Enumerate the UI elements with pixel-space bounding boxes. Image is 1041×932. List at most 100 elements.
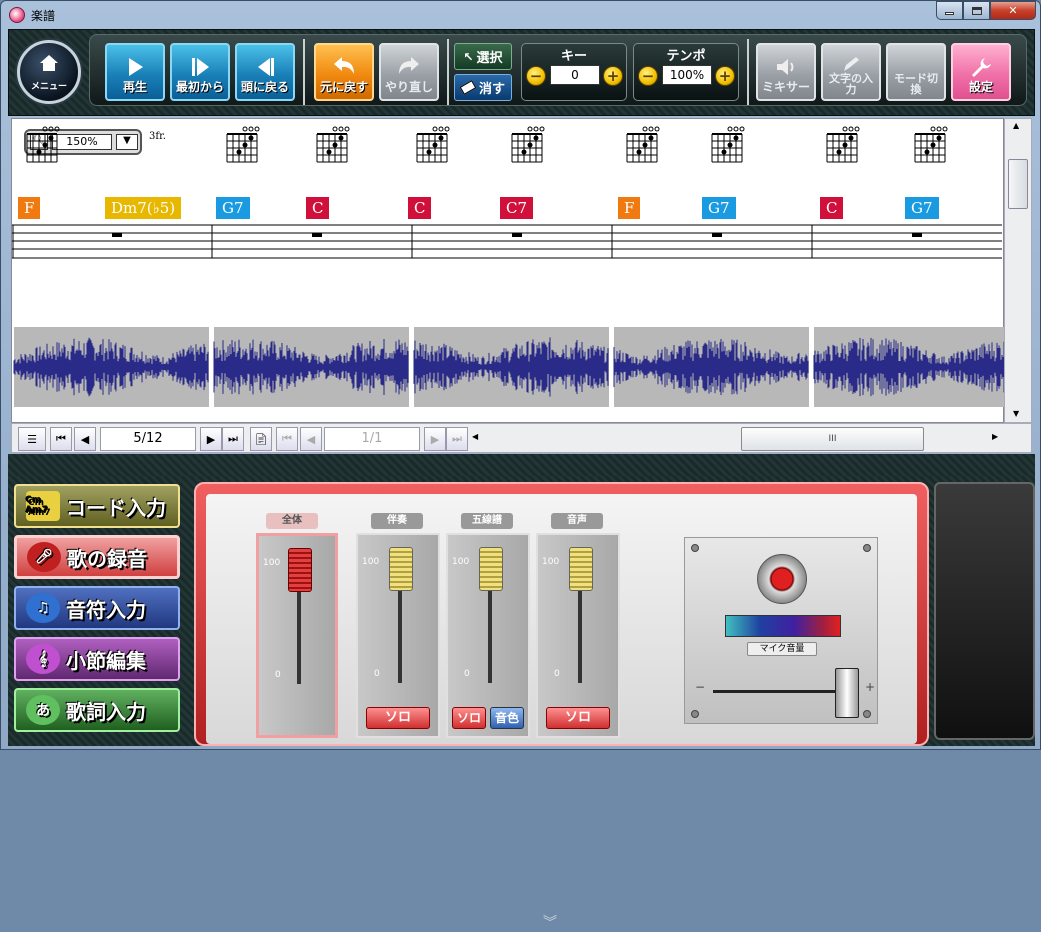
mic-minus-icon: − <box>695 680 706 694</box>
chord-input-label: コード入力 <box>66 495 166 520</box>
tick-0: 0 <box>554 669 560 679</box>
screw-icon <box>691 710 699 718</box>
first-subpage-button[interactable]: ⏮ <box>276 427 298 451</box>
chord-diagram-icon <box>226 126 260 163</box>
mixer-button[interactable]: ミキサー <box>756 43 816 101</box>
tempo-minus-button[interactable]: − <box>638 66 658 86</box>
channel-label-voice: 音声 <box>551 513 603 529</box>
select-tool-button[interactable]: ↖ 選択 <box>454 43 512 70</box>
document-icon[interactable]: 📄︎ <box>250 427 272 451</box>
chord-label[interactable]: C <box>306 197 330 219</box>
accompaniment-fader-knob[interactable] <box>389 547 413 591</box>
chord-label[interactable]: F <box>618 197 641 219</box>
last-page-button[interactable]: ⏭ <box>222 427 244 451</box>
key-plus-button[interactable]: + <box>603 66 623 86</box>
vertical-scroll-thumb[interactable] <box>1008 159 1028 209</box>
undo-button[interactable]: 元に戻す <box>314 43 374 101</box>
minimize-button[interactable] <box>936 1 963 20</box>
scroll-right-icon[interactable]: ▶ <box>992 432 998 441</box>
score-area[interactable]: 🔍︎ 150% ▼ 3fr. FDm7(♭5)G7CCC7FG7CG7 <box>11 118 1005 423</box>
chord-label[interactable]: C7 <box>500 197 534 219</box>
staff-fader-knob[interactable] <box>479 547 503 591</box>
next-page-button[interactable]: ▶ <box>200 427 222 451</box>
text-input-label: 文字の入力 <box>829 72 873 96</box>
home-icon <box>40 55 58 71</box>
prev-page-button[interactable]: ◀ <box>74 427 96 451</box>
channel-label-all: 全体 <box>266 513 318 529</box>
page-indicator[interactable]: 5/12 <box>100 427 196 451</box>
chord-diagram-icon <box>711 126 745 163</box>
scroll-down-icon[interactable]: ▼ <box>1013 409 1019 418</box>
vertical-scrollbar[interactable]: ▲ ▼ <box>1004 118 1032 423</box>
chord-label[interactable]: G7 <box>905 197 939 219</box>
mode-switch-button[interactable]: モード切換 <box>886 43 946 101</box>
play-button[interactable]: 再生 <box>105 43 165 101</box>
from-start-label: 最初から <box>175 80 224 94</box>
lyric-input-tab[interactable]: あ 歌詞入力 <box>14 688 180 732</box>
bar-edit-label: 小節編集 <box>66 648 146 673</box>
redo-button[interactable]: やり直し <box>379 43 439 101</box>
menu-button[interactable]: メニュー <box>17 40 81 104</box>
voice-solo-button[interactable]: ソロ <box>546 707 610 729</box>
master-fader-knob[interactable] <box>288 548 312 592</box>
last-subpage-button[interactable]: ⏭ <box>446 427 468 451</box>
title-bar[interactable]: 楽譜 ✕ <box>1 1 1041 29</box>
tempo-plus-button[interactable]: + <box>715 66 735 86</box>
window-title: 楽譜 <box>31 9 56 23</box>
prev-subpage-button[interactable]: ◀ <box>300 427 322 451</box>
chord-label[interactable]: C <box>820 197 844 219</box>
horizontal-scroll-thumb[interactable]: III <box>741 427 924 451</box>
key-value[interactable]: 0 <box>550 65 600 85</box>
mic-volume-knob[interactable] <box>835 668 859 718</box>
mode-switch-label: モード切換 <box>894 72 938 96</box>
subpage-indicator[interactable]: 1/1 <box>324 427 420 451</box>
scroll-left-icon[interactable]: ◀ <box>472 432 478 441</box>
channel-label-accompaniment: 伴奏 <box>371 513 423 529</box>
channel-accompaniment: 100 0 ソロ <box>356 533 440 738</box>
chord-diagrams <box>26 126 948 163</box>
panel-divider[interactable]: ︾ <box>8 454 1035 931</box>
screw-icon <box>863 544 871 552</box>
record-button[interactable] <box>757 554 807 604</box>
chord-diagram-icon <box>416 126 450 163</box>
bottom-panel: Cm Am7 コード入力 🎤︎ 歌の録音 ♫ 音符入力 𝄞 小節編集 あ 歌詞入… <box>8 476 1035 746</box>
scroll-up-icon[interactable]: ▲ <box>1013 121 1019 130</box>
accompaniment-solo-button[interactable]: ソロ <box>366 707 430 729</box>
list-view-icon[interactable]: ☰ <box>18 427 46 451</box>
close-button[interactable]: ✕ <box>990 1 1036 20</box>
chord-label[interactable]: G7 <box>702 197 736 219</box>
menu-label: メニュー <box>30 82 67 92</box>
from-start-button[interactable]: 最初から <box>170 43 230 101</box>
chord-label[interactable]: Dm7(♭5) <box>105 197 182 219</box>
app-icon <box>9 7 25 23</box>
chord-label[interactable]: G7 <box>216 197 250 219</box>
text-input-button[interactable]: 文字の入力 <box>821 43 881 101</box>
bar-edit-tab[interactable]: 𝄞 小節編集 <box>14 637 180 681</box>
mic-level-meter <box>725 615 841 637</box>
next-subpage-button[interactable]: ▶ <box>424 427 446 451</box>
chord-diagram-icon <box>626 126 660 163</box>
tick-100: 100 <box>542 557 560 567</box>
to-head-button[interactable]: 頭に戻る <box>235 43 295 101</box>
staff-solo-button[interactable]: ソロ <box>452 707 486 729</box>
chord-label[interactable]: C <box>408 197 432 219</box>
waveform <box>13 327 1005 407</box>
tempo-value[interactable]: 100% <box>662 65 712 85</box>
maximize-button[interactable] <box>963 1 990 20</box>
chord-diagram-icon <box>914 126 948 163</box>
chord-input-tab[interactable]: Cm Am7 コード入力 <box>14 484 180 528</box>
staff-timbre-button[interactable]: 音色 <box>490 707 524 729</box>
chord-label[interactable]: F <box>18 197 41 219</box>
settings-button[interactable]: 設定 <box>951 43 1011 101</box>
collapse-chevron-icon[interactable]: ︾ <box>543 912 557 932</box>
side-display-panel <box>934 482 1035 740</box>
key-minus-button[interactable]: − <box>526 66 546 86</box>
note-input-tab[interactable]: ♫ 音符入力 <box>14 586 180 630</box>
erase-tool-button[interactable]: 消す <box>454 74 512 101</box>
play-from-start-icon <box>192 58 209 76</box>
voice-fader-knob[interactable] <box>569 547 593 591</box>
speaker-icon <box>777 59 794 75</box>
wrench-icon <box>972 58 991 77</box>
song-record-tab[interactable]: 🎤︎ 歌の録音 <box>14 535 180 579</box>
first-page-button[interactable]: ⏮ <box>50 427 72 451</box>
